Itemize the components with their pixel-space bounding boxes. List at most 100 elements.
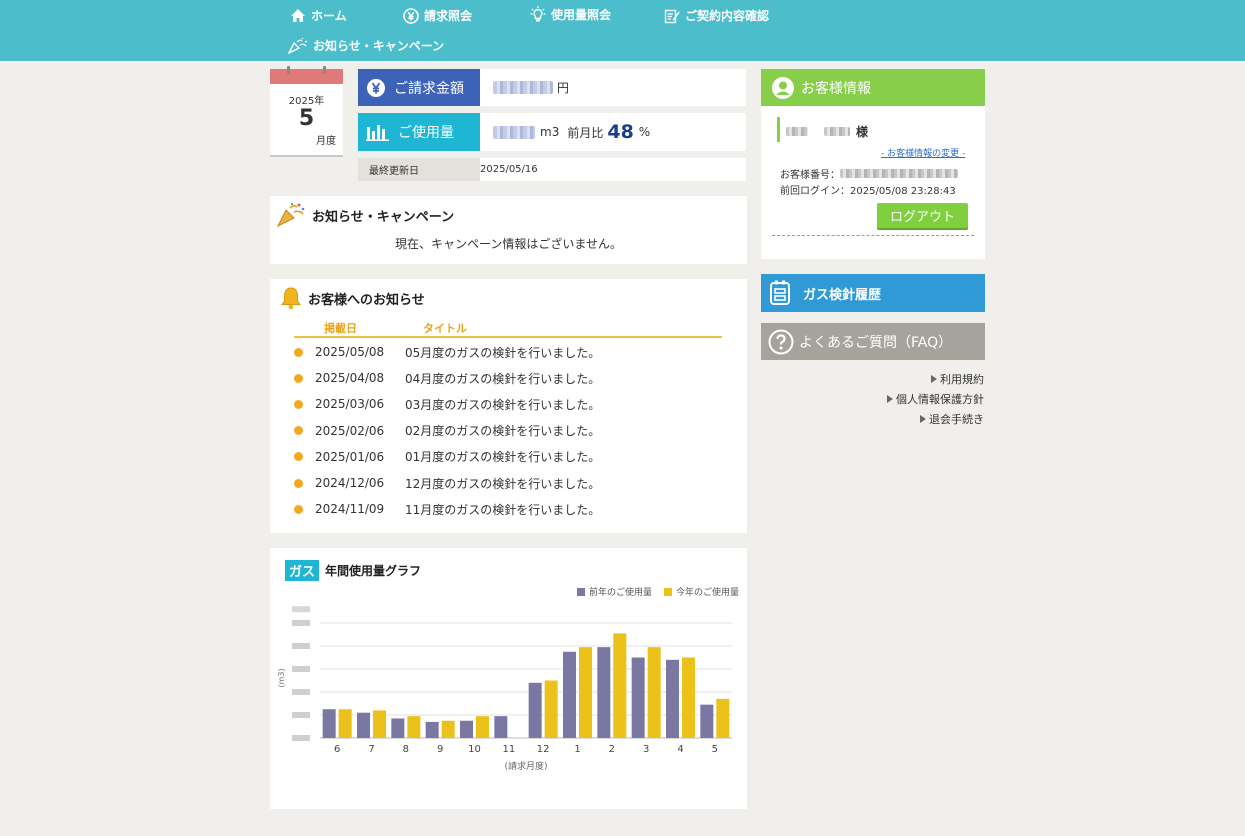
gas-history-label: ガス検針履歴: [803, 287, 882, 303]
party-popper-icon: [276, 202, 305, 228]
terms-link-label: 利用規約: [940, 373, 984, 386]
masked-usage: [493, 125, 535, 139]
bar-this: [613, 633, 627, 738]
bar-prev: [563, 651, 576, 738]
bar-prev: [322, 709, 336, 738]
x-tick-label: 11: [502, 744, 515, 755]
yen-icon: [403, 7, 419, 24]
x-tick-label: 12: [537, 744, 550, 755]
chart-title-text: 年間使用量グラフ: [325, 564, 422, 578]
bullet-icon: [294, 426, 303, 436]
yen-icon: [367, 78, 385, 97]
bullet-icon: [294, 373, 303, 383]
gas-meter-icon: [770, 280, 790, 305]
x-tick-label: 4: [677, 744, 683, 755]
masked-y-tick: [292, 689, 310, 695]
question-icon: [768, 329, 794, 354]
notice-row[interactable]: 2025/05/08 05月度のガスの検針を行いました。: [294, 342, 734, 362]
notice-row[interactable]: 2025/01/06 01月度のガスの検針を行いました。: [294, 447, 734, 467]
notice-date: 2025/03/06: [315, 397, 385, 412]
nav-home-label: ホーム: [311, 9, 347, 23]
gas-badge: ガス: [285, 560, 320, 581]
bar-prev: [666, 659, 679, 738]
customer-number: お客様番号：: [780, 166, 958, 181]
calendar-ring: [323, 66, 326, 74]
bar-this: [338, 709, 352, 738]
nav-contract-label: ご契約内容確認: [685, 9, 770, 23]
triangle-right-icon: [920, 415, 926, 423]
nav-home[interactable]: ホーム: [290, 7, 347, 24]
x-tick-label: 1: [574, 744, 580, 755]
notice-row[interactable]: 2025/02/06 02月度のガスの検針を行いました。: [294, 421, 734, 441]
customer-header: お客様情報: [761, 69, 985, 106]
nav-news-label: お知らせ・キャンペーン: [313, 39, 445, 53]
notice-title: 05月度のガスの検針を行いました。: [405, 345, 601, 360]
masked-given-name: [824, 127, 850, 136]
x-tick-label: 2: [609, 744, 615, 755]
x-tick-label: 9: [437, 744, 443, 755]
notice-title: 04月度のガスの検針を行いました。: [405, 371, 601, 386]
calendar-header: [270, 66, 343, 84]
nav-usage-label: 使用量照会: [551, 8, 612, 22]
x-tick-label: 3: [643, 744, 649, 755]
faq-button[interactable]: よくあるご質問（FAQ）: [761, 323, 985, 360]
edit-document-icon: [664, 9, 680, 23]
nav-contract[interactable]: ご契約内容確認: [664, 7, 769, 24]
notice-date: 2025/04/08: [315, 371, 385, 386]
bar-this: [407, 716, 421, 738]
usage-bar-chart: (m3)6 7 8 9 10 11 12 1 2 3 4 5(請求月度): [277, 606, 732, 772]
notices-title-text: お客様へのお知らせ: [308, 292, 425, 308]
bullet-icon: [294, 452, 303, 462]
campaign-message: 現在、キャンペーン情報はございません。: [394, 237, 623, 251]
x-axis-label: (請求月度): [504, 760, 547, 772]
lightbulb-icon: [530, 6, 546, 22]
col-date-header: 掲載日: [324, 322, 357, 335]
bar-prev: [391, 718, 405, 738]
bar-prev: [597, 647, 611, 738]
terms-link[interactable]: 利用規約: [931, 371, 984, 387]
chart-title: ガス 年間使用量グラフ: [285, 560, 421, 581]
gas-history-button[interactable]: ガス検針履歴: [761, 274, 985, 312]
col-title-header: タイトル: [423, 322, 467, 335]
notice-row[interactable]: 2024/11/09 11月度のガスの検針を行いました。: [294, 499, 734, 519]
campaign-title: お知らせ・キャンペーン: [276, 202, 454, 228]
usage-label: ご使用量: [358, 113, 480, 151]
bullet-icon: [294, 347, 303, 357]
privacy-link[interactable]: 個人情報保護方針: [887, 391, 984, 407]
masked-y-tick: [292, 735, 310, 741]
nav-usage[interactable]: 使用量照会: [530, 6, 611, 23]
name-honorific: 様: [856, 125, 869, 139]
customer-name: 様: [786, 123, 868, 140]
bullet-icon: [294, 478, 303, 488]
amount-unit: 円: [557, 81, 570, 95]
faq-label: よくあるご質問（FAQ）: [799, 334, 953, 351]
ratio-label: 前月比: [567, 125, 604, 140]
bar-prev: [631, 657, 645, 738]
notice-row[interactable]: 2025/04/08 04月度のガスの検針を行いました。: [294, 368, 734, 388]
bar-prev: [357, 712, 370, 738]
withdraw-link[interactable]: 退会手続き: [920, 411, 984, 427]
bar-prev: [425, 721, 439, 738]
notice-row[interactable]: 2024/12/06 12月度のガスの検針を行いました。: [294, 473, 734, 493]
masked-y-tick: [292, 666, 310, 672]
bullet-icon: [294, 399, 303, 409]
bar-prev: [700, 704, 714, 738]
usage-unit: m3: [540, 125, 560, 139]
nav-news[interactable]: お知らせ・キャンペーン: [288, 37, 444, 54]
notice-date: 2024/11/09: [315, 502, 385, 517]
privacy-link-label: 個人情報保護方針: [896, 393, 984, 406]
nav-billing[interactable]: 請求照会: [403, 7, 472, 24]
ratio-value: 48: [607, 121, 634, 143]
bar-this: [441, 720, 455, 738]
masked-y-tick: [292, 712, 310, 718]
billing-amount-value: 円: [480, 69, 746, 106]
bell-icon: [281, 287, 301, 310]
x-tick-label: 8: [403, 744, 409, 755]
notice-row[interactable]: 2025/03/06 03月度のガスの検針を行いました。: [294, 394, 734, 414]
change-info-link[interactable]: - お客様情報の変更 -: [881, 146, 965, 159]
bar-this: [373, 710, 386, 738]
bar-this: [682, 657, 695, 738]
calendar-ring: [287, 66, 290, 74]
logout-button[interactable]: ログアウト: [877, 203, 968, 228]
masked-y-tick: [292, 643, 310, 649]
